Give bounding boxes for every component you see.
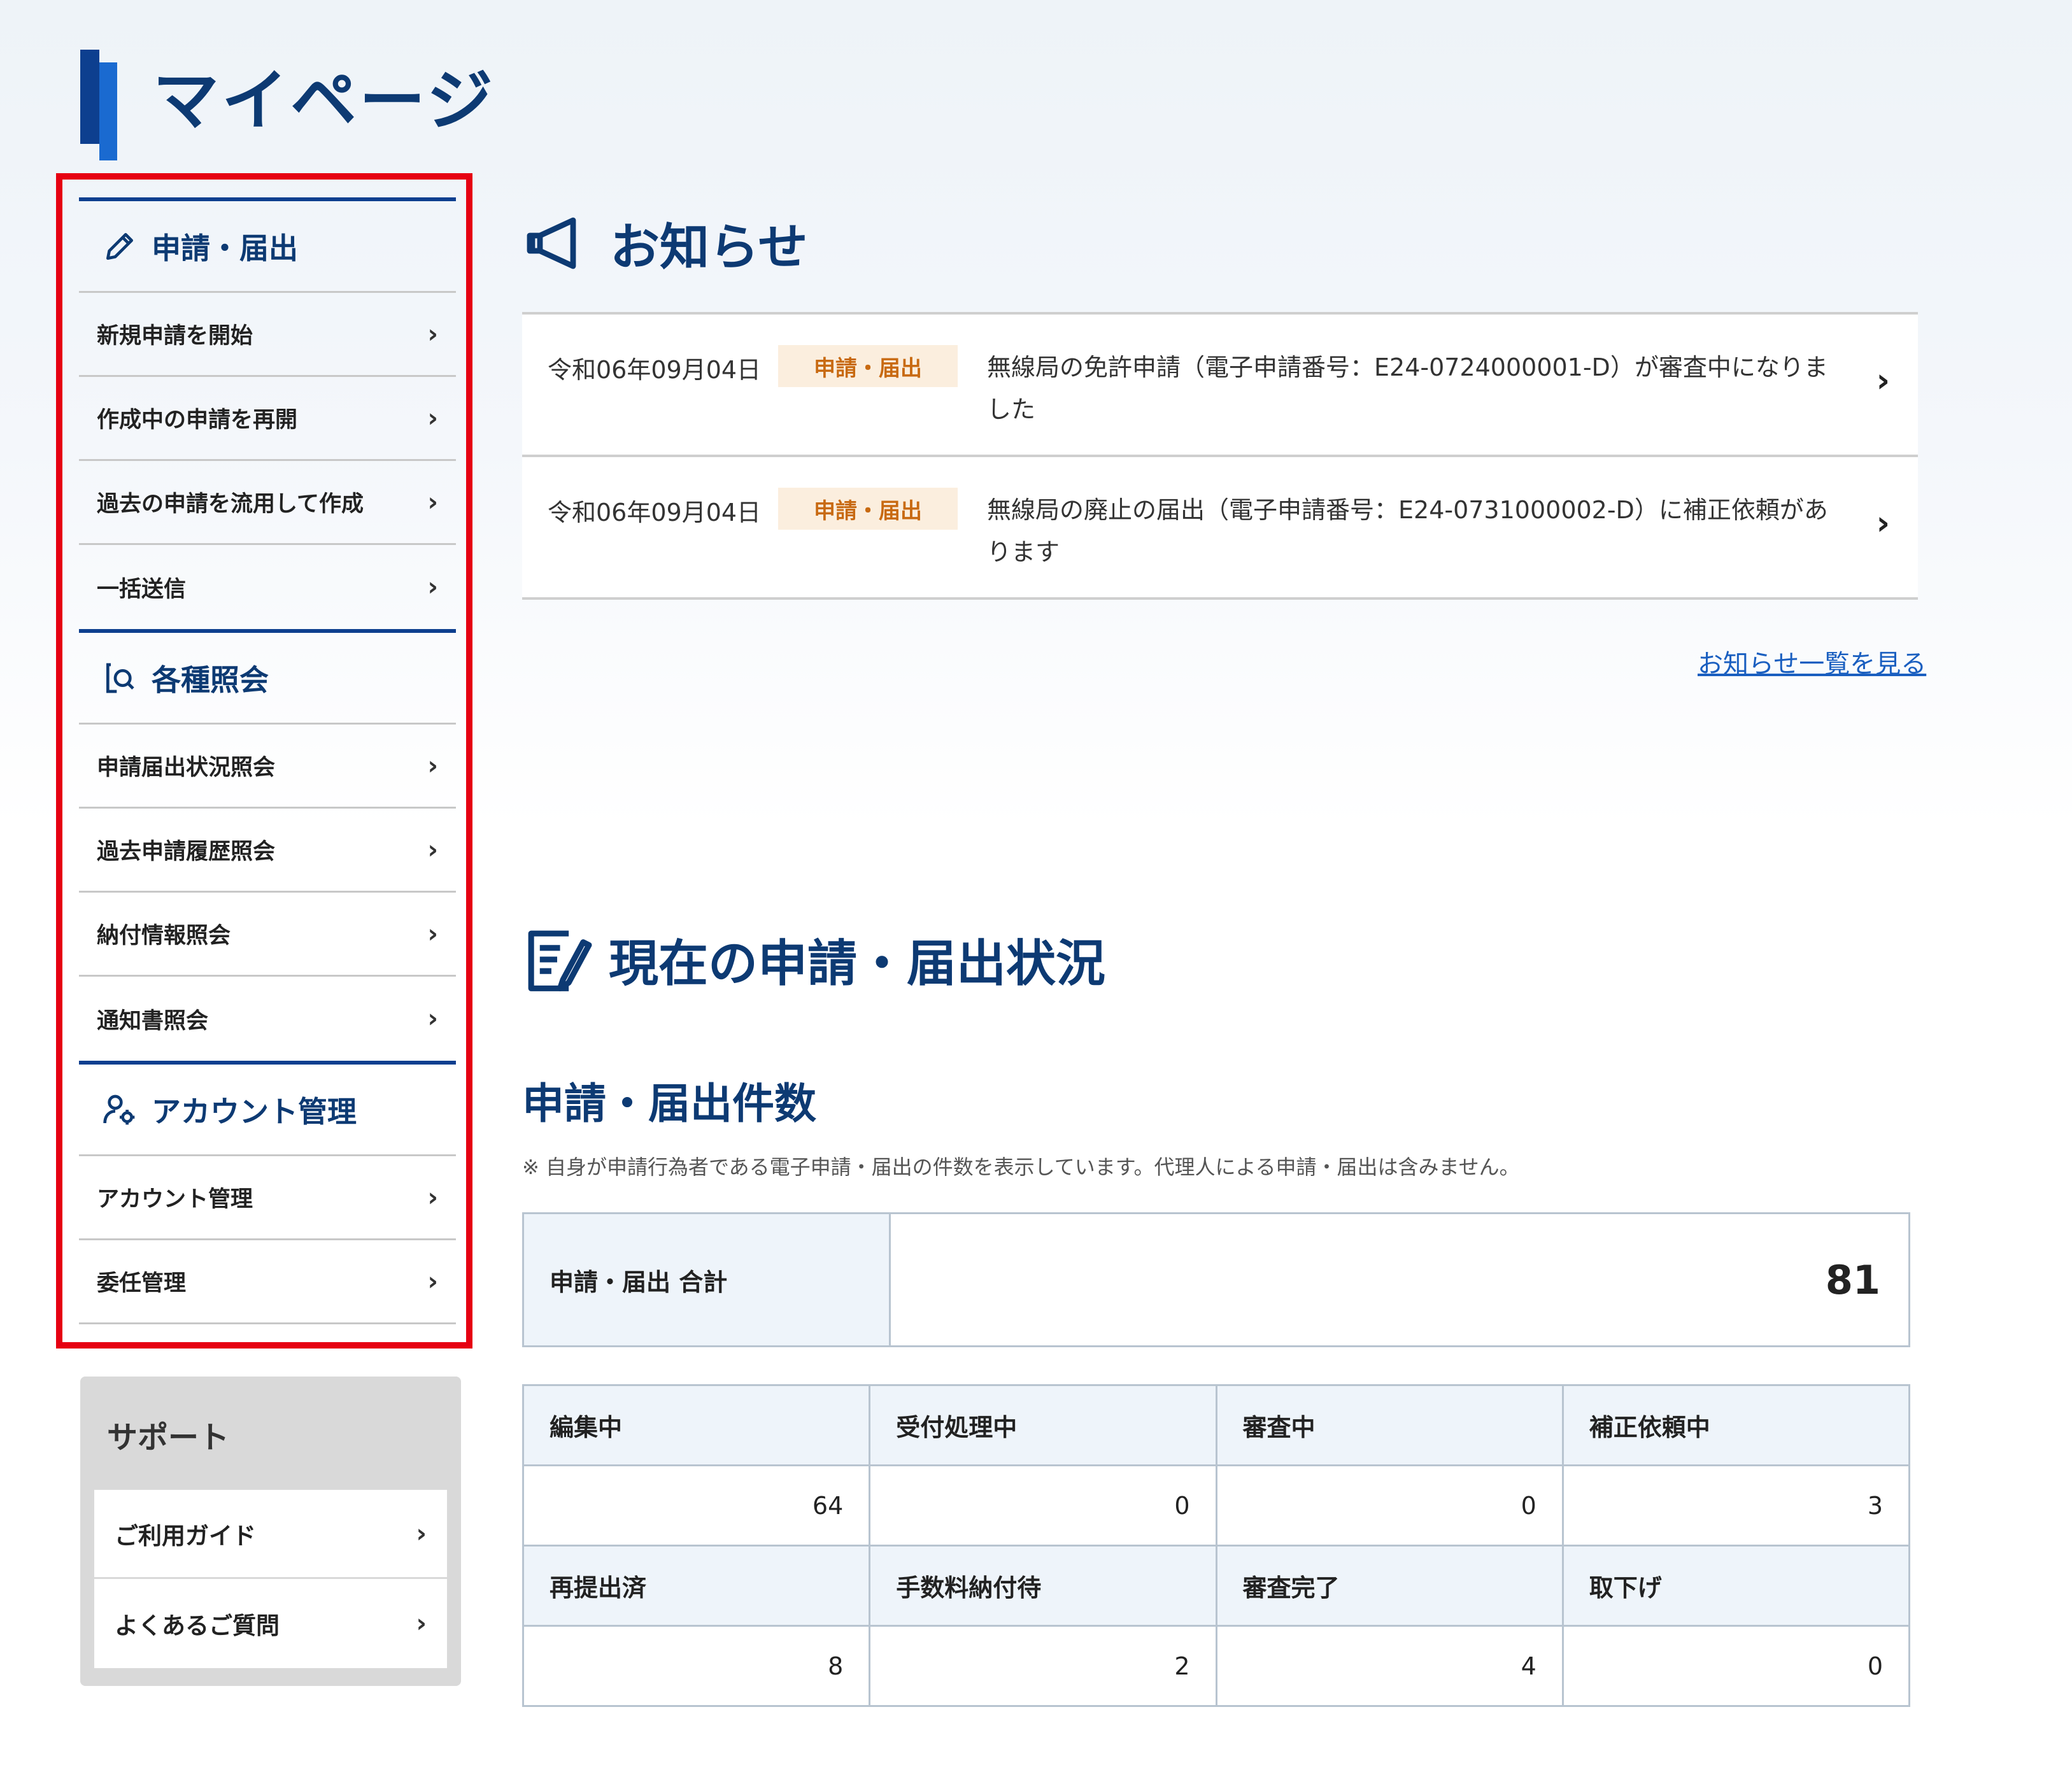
table-value-cell: 8	[522, 1625, 871, 1707]
chevron-right-icon: ›	[427, 319, 438, 349]
notices-title: お知らせ	[610, 219, 808, 276]
menu-section-inquiry: 各種照会	[79, 629, 456, 725]
menu-item-status-inquiry[interactable]: 申請届出状況照会 ›	[79, 725, 456, 809]
table-value-cell: 2	[869, 1625, 1217, 1707]
total-value: 81	[1825, 1256, 1880, 1303]
table-header-cell: 審査完了	[1215, 1545, 1564, 1627]
chevron-right-icon: ›	[427, 1182, 438, 1212]
table-value-cell: 0	[1561, 1625, 1911, 1707]
pencil-icon	[106, 232, 134, 260]
status-count-table: 編集中 受付処理中 審査中 補正依頼中 64 0 0 3 再提出済 手数料納付待…	[522, 1384, 1911, 1707]
menu-item-reuse-past[interactable]: 過去の申請を流用して作成 ›	[79, 461, 456, 545]
notices-list: 令和06年09月04日 申請・届出 無線局の免許申請（電子申請番号：E24-07…	[522, 312, 1918, 600]
notice-date: 令和06年09月04日	[548, 499, 762, 527]
status-header: 現在の申請・届出状況	[522, 922, 1105, 997]
notice-text: 無線局の免許申請（電子申請番号：E24-0724000001-D）が審査中になり…	[987, 353, 1828, 423]
chevron-right-icon: ›	[1876, 504, 1890, 542]
table-header-cell: 再提出済	[522, 1545, 871, 1627]
table-header-cell: 受付処理中	[869, 1384, 1217, 1466]
page-title: マイページ	[153, 62, 495, 139]
total-count-box: 申請・届出 合計 81	[522, 1212, 1910, 1347]
menu-item-delegation[interactable]: 委任管理 ›	[79, 1240, 456, 1324]
table-header-cell: 取下げ	[1561, 1545, 1911, 1627]
support-item-guide[interactable]: ご利用ガイド ›	[94, 1490, 447, 1579]
menu-item-batch-send[interactable]: 一括送信 ›	[79, 545, 456, 629]
table-value-cell: 0	[1215, 1464, 1564, 1547]
count-title: 申請・届出件数	[522, 1079, 816, 1128]
menu-section-title: アカウント管理	[152, 1094, 357, 1129]
notice-item[interactable]: 令和06年09月04日 申請・届出 無線局の廃止の届出（電子申請番号：E24-0…	[522, 457, 1918, 600]
table-value-cell: 3	[1561, 1464, 1911, 1547]
total-label: 申請・届出 合計	[524, 1214, 891, 1345]
menu-item-new-application[interactable]: 新規申請を開始 ›	[79, 293, 456, 377]
chevron-right-icon: ›	[427, 835, 438, 865]
table-header-row: 編集中 受付処理中 審査中 補正依頼中	[522, 1384, 1911, 1466]
menu-item-history-inquiry[interactable]: 過去申請履歴照会 ›	[79, 809, 456, 893]
menu-section-application: 申請・届出	[79, 197, 456, 293]
document-search-icon	[106, 663, 134, 693]
menu-item-account-management[interactable]: アカウント管理 ›	[79, 1156, 456, 1240]
chevron-right-icon: ›	[427, 751, 438, 781]
menu-item-notice-inquiry[interactable]: 通知書照会 ›	[79, 977, 456, 1061]
notice-text: 無線局の廃止の届出（電子申請番号：E24-0731000002-D）に補正依頼が…	[987, 496, 1828, 566]
menu-item-resume-draft[interactable]: 作成中の申請を再開 ›	[79, 377, 456, 461]
chevron-right-icon: ›	[416, 1519, 427, 1548]
chevron-right-icon: ›	[427, 919, 438, 949]
notice-category-badge: 申請・届出	[778, 345, 958, 387]
notices-list-link[interactable]: お知らせ一覧を見る	[1698, 643, 1926, 680]
chevron-right-icon: ›	[427, 1004, 438, 1033]
chevron-right-icon: ›	[416, 1609, 427, 1638]
chevron-right-icon: ›	[427, 403, 438, 433]
menu-section-title: 申請・届出	[152, 230, 298, 265]
table-value-row: 64 0 0 3	[522, 1464, 1911, 1547]
chevron-right-icon: ›	[427, 487, 438, 517]
table-header-cell: 手数料納付待	[869, 1545, 1217, 1627]
notices-header: お知らせ	[522, 208, 807, 279]
table-value-cell: 0	[869, 1464, 1217, 1547]
count-note: ※ 自身が申請行為者である電子申請・届出の件数を表示しています。代理人による申請…	[522, 1155, 1520, 1179]
support-title: サポート	[107, 1420, 230, 1455]
menu-section-title: 各種照会	[152, 662, 269, 697]
menu-item-payment-inquiry[interactable]: 納付情報照会 ›	[79, 893, 456, 977]
table-value-cell: 64	[522, 1464, 871, 1547]
support-list: ご利用ガイド › よくあるご質問 ›	[94, 1490, 447, 1668]
support-item-faq[interactable]: よくあるご質問 ›	[94, 1579, 447, 1668]
table-value-cell: 4	[1215, 1625, 1564, 1707]
table-header-row: 再提出済 手数料納付待 審査完了 取下げ	[522, 1545, 1911, 1627]
megaphone-icon	[527, 217, 576, 269]
table-header-cell: 編集中	[522, 1384, 871, 1466]
table-value-row: 8 2 4 0	[522, 1625, 1911, 1707]
notice-date: 令和06年09月04日	[548, 356, 762, 384]
title-accent-bar-light	[99, 62, 117, 160]
notice-category-badge: 申請・届出	[778, 488, 958, 530]
side-menu: 申請・届出 新規申請を開始 › 作成中の申請を再開 › 過去の申請を流用して作成…	[79, 197, 456, 1324]
title-accent-bar	[80, 50, 99, 144]
chevron-right-icon: ›	[1876, 362, 1890, 400]
chevron-right-icon: ›	[427, 572, 438, 602]
notice-item[interactable]: 令和06年09月04日 申請・届出 無線局の免許申請（電子申請番号：E24-07…	[522, 315, 1918, 457]
checklist-icon	[528, 930, 592, 991]
table-header-cell: 審査中	[1215, 1384, 1564, 1466]
table-header-cell: 補正依頼中	[1561, 1384, 1911, 1466]
chevron-right-icon: ›	[427, 1266, 438, 1296]
user-gear-icon	[103, 1094, 135, 1124]
menu-section-account: アカウント管理	[79, 1061, 456, 1156]
status-title: 現在の申請・届出状況	[609, 935, 1106, 993]
